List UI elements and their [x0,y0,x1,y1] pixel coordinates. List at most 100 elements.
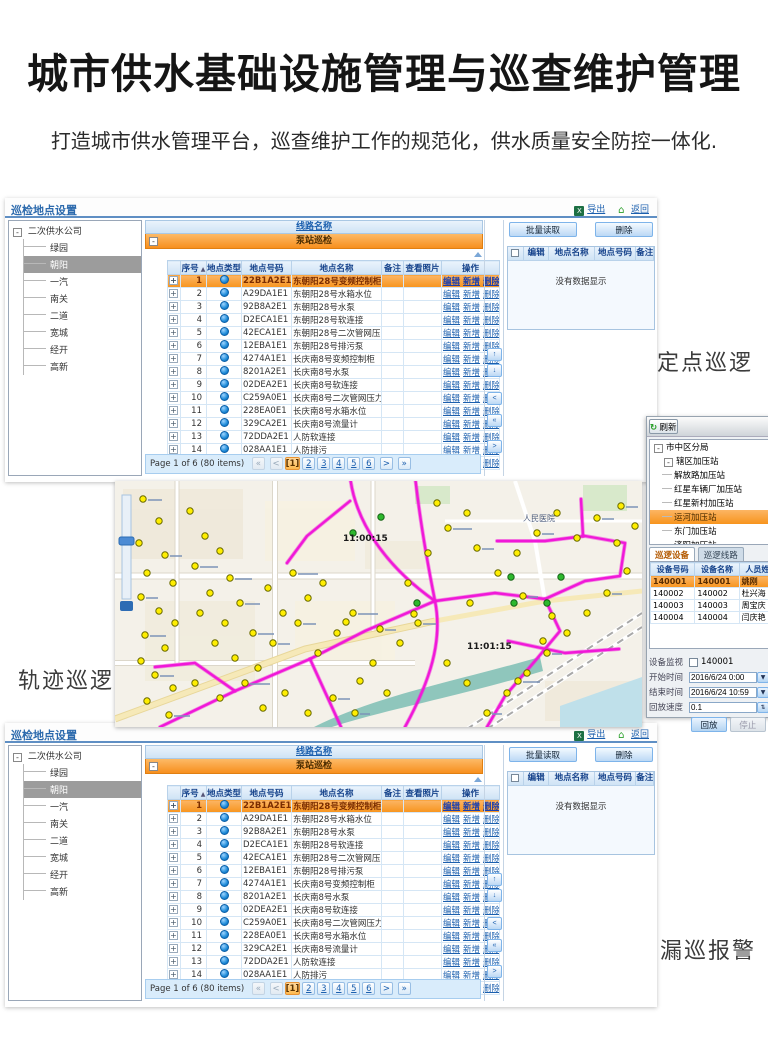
op-edit-link[interactable]: 编辑 [443,867,460,877]
op-edit-link[interactable]: 编辑 [443,316,460,326]
patrol-point-marker[interactable] [415,620,421,626]
table-row[interactable]: +612EBA1E1东朝阳28号排污泵编辑新增删除 [168,865,500,878]
table-row[interactable]: +392B8A2E1东朝阳28号水泵编辑新增删除 [168,826,500,839]
patrol-point-marker[interactable] [142,632,148,638]
station-item-东门加压站[interactable]: 东门加压站 [650,524,768,538]
patrol-point-marker[interactable] [305,595,311,601]
page-button-6[interactable]: 6 [362,457,375,470]
patrol-point-marker[interactable] [425,550,431,556]
table-row[interactable]: +12329CA2E1长庆南8号流量计编辑新增删除 [168,943,500,956]
patrol-point-marker[interactable] [414,600,420,606]
patrol-point-marker[interactable] [334,630,340,636]
patrol-point-marker[interactable] [352,710,358,716]
row-expander-icon[interactable]: + [169,328,178,337]
op-edit-link[interactable]: 编辑 [443,277,460,287]
next-page-button[interactable]: > [380,457,393,470]
patrol-point-marker[interactable] [270,640,276,646]
table-row[interactable]: +1372DDA2E1人防软连接编辑新增删除 [168,431,500,444]
patrol-point-marker[interactable] [564,630,570,636]
row-expander-icon[interactable]: + [169,879,178,888]
device-row[interactable]: 140004140004闫庆艳 [651,612,768,624]
batch-read-button[interactable]: 批量读取 [509,747,577,762]
scroll-up-arrow[interactable] [474,252,482,257]
op-add-link[interactable]: 新增 [463,368,480,378]
export-link[interactable]: X 导出 [574,205,605,215]
patrol-point-marker[interactable] [315,650,321,656]
row-expander-icon[interactable]: + [169,801,178,810]
table-row[interactable]: +10C259A0E1长庆南8号二次管网压力编辑新增删除 [168,392,500,405]
map-canvas[interactable]: 11:00:15 11:01:15 人民医院 [115,481,642,727]
row-expander-icon[interactable]: + [169,840,178,849]
op-edit-link[interactable]: 编辑 [443,303,460,313]
patrol-point-marker[interactable] [624,568,630,574]
collapse-icon[interactable]: - [664,458,673,467]
refresh-button[interactable]: ↻ 刷新 [649,419,678,434]
patrol-point-marker[interactable] [232,655,238,661]
table-row[interactable]: +2A29DA1E1东朝阳28号水箱水位编辑新增删除 [168,288,500,301]
op-edit-link[interactable]: 编辑 [443,802,460,812]
page-button-2[interactable]: 2 [302,457,315,470]
tree-item-经开[interactable]: 经开 [24,341,141,358]
row-expander-icon[interactable]: + [169,905,178,914]
op-edit-link[interactable]: 编辑 [443,433,460,443]
op-edit-link[interactable]: 编辑 [443,355,460,365]
patrol-point-marker[interactable] [370,660,376,666]
op-add-link[interactable]: 新增 [463,355,480,365]
op-edit-link[interactable]: 编辑 [443,407,460,417]
patrol-point-marker[interactable] [508,574,514,580]
patrol-point-marker[interactable] [138,594,144,600]
patrol-point-marker[interactable] [172,620,178,626]
next-page-button[interactable]: > [380,982,393,995]
patrol-point-marker[interactable] [192,680,198,686]
row-expander-icon[interactable]: + [169,853,178,862]
patrol-point-marker[interactable] [320,580,326,586]
page-button-6[interactable]: 6 [362,982,375,995]
patrol-point-marker[interactable] [544,650,550,656]
tree-item-高新[interactable]: 高新 [24,883,141,900]
patrol-point-marker[interactable] [614,540,620,546]
row-expander-icon[interactable]: + [169,970,178,979]
monitor-checkbox[interactable] [689,658,698,667]
patrol-point-marker[interactable] [222,620,228,626]
op-edit-link[interactable]: 编辑 [443,368,460,378]
op-edit-link[interactable]: 编辑 [443,893,460,903]
op-edit-link[interactable]: 编辑 [443,815,460,825]
row-expander-icon[interactable]: + [169,276,178,285]
collapse-icon[interactable]: - [654,444,663,453]
tree-item-二道[interactable]: 二道 [24,832,141,849]
page-button-2[interactable]: 2 [302,982,315,995]
patrol-point-marker[interactable] [305,710,311,716]
table-row[interactable]: +74274A1E1长庆南8号变频控制柜编辑新增删除 [168,353,500,366]
first-page-button[interactable]: « [252,457,265,470]
patrol-point-marker[interactable] [237,600,243,606]
op-edit-link[interactable]: 编辑 [443,958,460,968]
prev-page-button[interactable]: < [270,982,283,995]
patrol-point-marker[interactable] [484,710,490,716]
last-page-button[interactable]: » [398,982,411,995]
patrol-point-marker[interactable] [144,698,150,704]
patrol-point-marker[interactable] [217,548,223,554]
op-add-link[interactable]: 新增 [463,303,480,313]
row-expander-icon[interactable]: + [169,931,178,940]
move-all-left-button[interactable]: « [487,939,502,952]
move-down-button[interactable]: ↓ [487,364,502,377]
patrol-point-marker[interactable] [434,500,440,506]
device-row[interactable]: 140002140002杜兴海 [651,588,768,600]
op-edit-link[interactable]: 编辑 [443,945,460,955]
device-row[interactable]: 140001140001姚刚 [651,576,768,588]
select-all-checkbox[interactable] [511,249,519,257]
patrol-point-marker[interactable] [170,685,176,691]
patrol-point-marker[interactable] [187,508,193,514]
op-add-link[interactable]: 新增 [463,420,480,430]
select-all-checkbox[interactable] [511,774,519,782]
group-row[interactable]: - 泵站巡检 [145,759,483,774]
patrol-point-marker[interactable] [534,530,540,536]
patrol-point-marker[interactable] [250,630,256,636]
op-add-link[interactable]: 新增 [463,342,480,352]
op-add-link[interactable]: 新增 [463,854,480,864]
tree-item-绿园[interactable]: 绿园 [24,764,141,781]
op-edit-link[interactable]: 编辑 [443,880,460,890]
tree-root-node[interactable]: - 二次供水公司 [9,221,141,239]
op-add-link[interactable]: 新增 [463,880,480,890]
row-expander-icon[interactable]: + [169,315,178,324]
